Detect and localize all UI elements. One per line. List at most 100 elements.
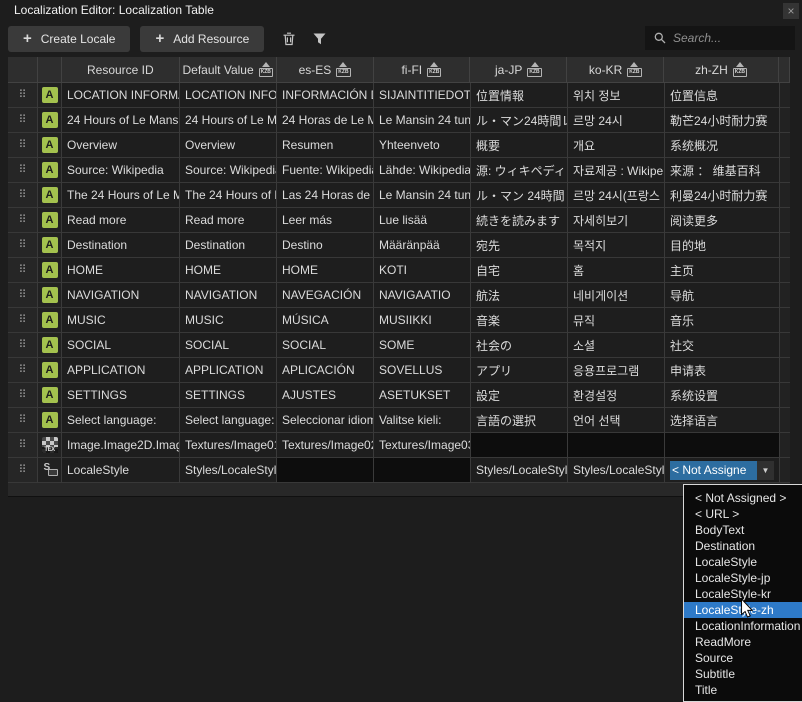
table-cell[interactable]: 选择语言: [665, 408, 780, 433]
table-row[interactable]: ⠿AOverviewOverviewResumenYhteenveto概要개요系…: [8, 133, 790, 158]
table-cell[interactable]: Yhteenveto: [374, 133, 471, 158]
table-cell[interactable]: SETTINGS: [180, 383, 277, 408]
table-cell[interactable]: Las 24 Horas de L: [277, 183, 374, 208]
table-cell[interactable]: 阅读更多: [665, 208, 780, 233]
table-cell[interactable]: Leer más: [277, 208, 374, 233]
table-cell[interactable]: SETTINGS: [62, 383, 180, 408]
table-cell[interactable]: Read more: [62, 208, 180, 233]
table-cell[interactable]: 社交: [665, 333, 780, 358]
table-cell[interactable]: Fuente: Wikipedia: [277, 158, 374, 183]
row-drag-handle[interactable]: ⠿: [8, 158, 38, 183]
table-cell[interactable]: Read more: [180, 208, 277, 233]
row-drag-handle[interactable]: ⠿: [8, 333, 38, 358]
table-cell[interactable]: Textures/Image01: [180, 433, 277, 458]
table-cell[interactable]: 航法: [471, 283, 568, 308]
table-cell[interactable]: MUSIC: [62, 308, 180, 333]
table-cell[interactable]: 勒芒24小时耐力赛: [665, 108, 780, 133]
dropdown-item[interactable]: Source: [684, 650, 802, 666]
table-cell[interactable]: 源: ウィキペディア: [471, 158, 568, 183]
row-drag-handle[interactable]: ⠿: [8, 308, 38, 333]
column-header-resource-id[interactable]: Resource ID: [62, 57, 180, 83]
table-cell[interactable]: 位置情報: [471, 83, 568, 108]
dropdown-item[interactable]: Subtitle: [684, 666, 802, 682]
table-cell[interactable]: MÚSICA: [277, 308, 374, 333]
table-cell[interactable]: Source: Wikipedia: [180, 158, 277, 183]
table-cell[interactable]: NAVIGAATIO: [374, 283, 471, 308]
table-cell[interactable]: Textures/Image03: [374, 433, 471, 458]
search-input[interactable]: Search...: [645, 26, 795, 50]
table-cell[interactable]: 設定: [471, 383, 568, 408]
table-cell[interactable]: 概要: [471, 133, 568, 158]
table-cell[interactable]: NAVIGATION: [62, 283, 180, 308]
close-button[interactable]: ×: [783, 3, 799, 19]
table-cell[interactable]: SOCIAL: [180, 333, 277, 358]
table-cell[interactable]: HOME: [277, 258, 374, 283]
dropdown-item[interactable]: LocaleStyle-jp: [684, 570, 802, 586]
table-cell[interactable]: KOTI: [374, 258, 471, 283]
dropdown-item[interactable]: Destination: [684, 538, 802, 554]
table-row[interactable]: ⠿A24 Hours of Le Mans24 Hours of Le Ma24…: [8, 108, 790, 133]
table-cell[interactable]: SIJAINTITIEDOT: [374, 83, 471, 108]
table-cell[interactable]: INFORMACIÓN D: [277, 83, 374, 108]
table-cell[interactable]: Styles/LocaleStyle: [568, 458, 665, 483]
table-cell[interactable]: 目的地: [665, 233, 780, 258]
table-cell-combo[interactable]: < Not Assigne▼: [665, 458, 780, 483]
table-cell[interactable]: Destino: [277, 233, 374, 258]
table-cell[interactable]: ASETUKSET: [374, 383, 471, 408]
table-cell[interactable]: MUSIIKKI: [374, 308, 471, 333]
table-cell[interactable]: Select language:: [62, 408, 180, 433]
table-cell[interactable]: 환경설정: [568, 383, 665, 408]
table-cell[interactable]: 위치 정보: [568, 83, 665, 108]
row-drag-handle[interactable]: ⠿: [8, 458, 38, 483]
table-row[interactable]: ⠿ALOCATION INFORMATLOCATION INFORINFORMA…: [8, 83, 790, 108]
dropdown-item[interactable]: Title: [684, 682, 802, 698]
column-header-es-ES[interactable]: es-ESKZB: [277, 57, 374, 83]
create-locale-button[interactable]: + Create Locale: [8, 26, 130, 52]
table-cell[interactable]: The 24 Hours of L: [180, 183, 277, 208]
table-cell[interactable]: 导航: [665, 283, 780, 308]
table-cell[interactable]: 자료제공 : Wikipe: [568, 158, 665, 183]
table-cell[interactable]: 소셜: [568, 333, 665, 358]
row-drag-handle[interactable]: ⠿: [8, 183, 38, 208]
table-cell[interactable]: SOME: [374, 333, 471, 358]
table-row[interactable]: ⠿ASOCIALSOCIALSOCIALSOME社会の소셜社交: [8, 333, 790, 358]
column-header-default-value[interactable]: Default ValueKZB: [180, 57, 277, 83]
table-cell[interactable]: 言語の選択: [471, 408, 568, 433]
table-cell[interactable]: NAVIGATION: [180, 283, 277, 308]
locale-style-combobox[interactable]: < Not Assigne▼: [670, 461, 774, 480]
row-drag-handle[interactable]: ⠿: [8, 233, 38, 258]
row-drag-handle[interactable]: ⠿: [8, 133, 38, 158]
table-cell[interactable]: 申请表: [665, 358, 780, 383]
table-cell[interactable]: 主页: [665, 258, 780, 283]
row-drag-handle[interactable]: ⠿: [8, 383, 38, 408]
filter-button[interactable]: [304, 26, 334, 52]
table-cell[interactable]: Overview: [180, 133, 277, 158]
table-cell[interactable]: 宛先: [471, 233, 568, 258]
table-cell[interactable]: APPLICATION: [180, 358, 277, 383]
table-cell[interactable]: Select language:: [180, 408, 277, 433]
table-row[interactable]: ⠿ANAVIGATIONNAVIGATIONNAVEGACIÓNNAVIGAAT…: [8, 283, 790, 308]
table-cell[interactable]: 르망 24시: [568, 108, 665, 133]
table-cell[interactable]: ル・マン24時間レース: [471, 108, 568, 133]
row-drag-handle[interactable]: ⠿: [8, 83, 38, 108]
dropdown-item[interactable]: < URL >: [684, 506, 802, 522]
table-row[interactable]: ⠿ARead moreRead moreLeer másLue lisää続きを…: [8, 208, 790, 233]
delete-button[interactable]: [274, 26, 304, 52]
table-cell[interactable]: LocaleStyle: [62, 458, 180, 483]
table-cell[interactable]: The 24 Hours of Le M: [62, 183, 180, 208]
table-cell[interactable]: LOCATION INFORMAT: [62, 83, 180, 108]
table-cell[interactable]: 응용프로그램: [568, 358, 665, 383]
row-drag-handle[interactable]: ⠿: [8, 208, 38, 233]
table-cell[interactable]: Le Mansin 24 tunn: [374, 108, 471, 133]
table-cell[interactable]: APPLICATION: [62, 358, 180, 383]
table-cell[interactable]: HOME: [62, 258, 180, 283]
table-cell[interactable]: Lähde: Wikipedia: [374, 158, 471, 183]
table-row[interactable]: ⠿AHOMEHOMEHOMEKOTI自宅홈主页: [8, 258, 790, 283]
table-cell[interactable]: SOCIAL: [277, 333, 374, 358]
table-row[interactable]: ⠿AMUSICMUSICMÚSICAMUSIIKKI音楽뮤직音乐: [8, 308, 790, 333]
combobox-dropdown-button[interactable]: ▼: [757, 461, 774, 480]
table-cell[interactable]: 24 Hours of Le Ma: [180, 108, 277, 133]
table-cell[interactable]: Textures/Image02: [277, 433, 374, 458]
table-cell[interactable]: Seleccionar idiom: [277, 408, 374, 433]
table-cell[interactable]: Styles/LocaleStyle: [180, 458, 277, 483]
